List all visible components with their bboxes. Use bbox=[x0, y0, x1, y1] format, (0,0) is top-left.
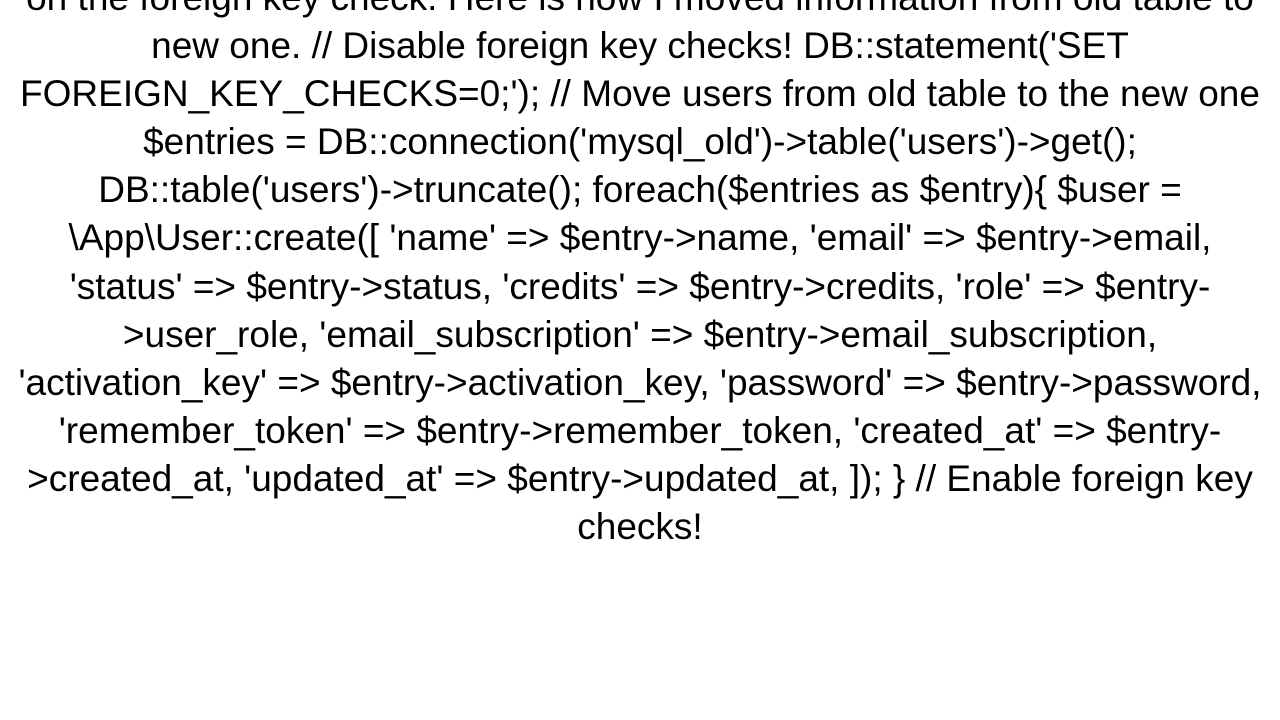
document-body: on the foreign key check. Here is how I … bbox=[0, 0, 1280, 551]
